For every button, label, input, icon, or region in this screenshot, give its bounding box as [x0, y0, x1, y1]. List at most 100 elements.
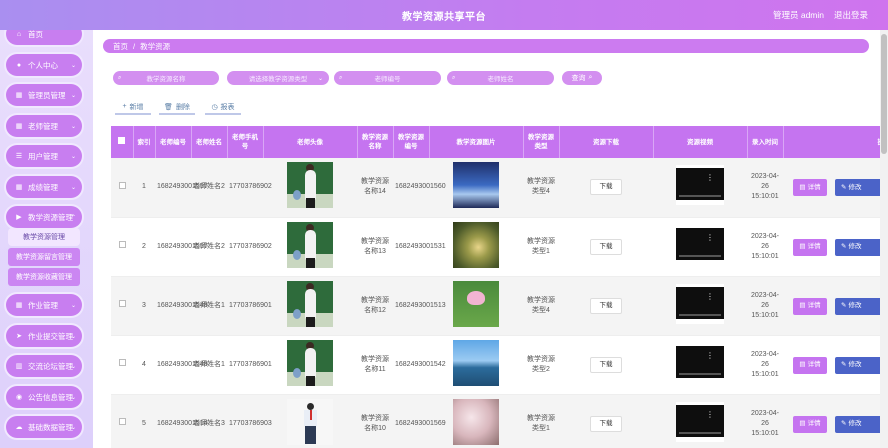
download-button[interactable]: 下载 — [590, 179, 622, 196]
teacher-avatar-cell — [263, 394, 357, 448]
top-header: 教学资源共享平台 管理员 admin 退出登录 — [0, 0, 888, 30]
download-button[interactable]: 下载 — [590, 415, 622, 432]
sidebar-subitem-resource-favorites[interactable]: 教学资源收藏管理 — [8, 268, 80, 286]
breadcrumb-home[interactable]: 首页 — [113, 41, 128, 52]
resource-name-input[interactable]: ⌕ 教学资源名称 — [113, 71, 219, 85]
download-cell: 下载 — [559, 158, 653, 218]
add-button[interactable]: + 新增 — [115, 100, 151, 115]
app-title: 教学资源共享平台 — [402, 12, 486, 23]
more-options-icon[interactable]: ⋮ — [706, 351, 714, 360]
video-progress-bar[interactable] — [679, 313, 721, 316]
more-options-icon[interactable]: ⋮ — [706, 174, 714, 182]
video-player[interactable]: ⋮ — [676, 224, 724, 265]
grid-icon: ▦ — [15, 184, 23, 191]
resource-image — [453, 280, 499, 327]
download-button[interactable]: 下载 — [590, 297, 622, 314]
more-options-icon[interactable]: ⋮ — [706, 233, 714, 242]
row-select-cell[interactable] — [111, 158, 133, 218]
detail-icon: ▤ — [799, 420, 806, 427]
resource-name-placeholder: 教学资源名称 — [146, 76, 186, 83]
row-checkbox[interactable] — [118, 181, 126, 189]
resource-table: 索引 老师编号 老师姓名 老师手机号 老师头像 教学资源名称 教学资源编号 教学… — [111, 126, 888, 448]
teacher-name-cell: 老师姓名2 — [191, 158, 227, 218]
video-progress-bar[interactable] — [679, 372, 721, 375]
select-all-cell[interactable] — [111, 126, 134, 158]
row-checkbox[interactable] — [118, 418, 126, 425]
detail-button[interactable]: ▤ 详情 — [793, 179, 827, 196]
row-select-cell[interactable] — [111, 217, 133, 277]
sidebar-item-profile[interactable]: ● 个人中心 ⌄ — [6, 54, 82, 76]
teacher-name-input[interactable]: ⌕ 老师姓名 — [447, 71, 554, 85]
teacher-no-cell: 1682493001514 — [155, 394, 208, 448]
location-icon: ◉ — [15, 394, 23, 401]
sidebar-item-users[interactable]: ☰ 用户管理 ⌄ — [6, 145, 82, 167]
more-options-icon[interactable]: ⋮ — [706, 410, 714, 419]
download-button[interactable]: 下载 — [590, 238, 622, 255]
sidebar-item-basic-data[interactable]: ☁ 基础数据管理 ⌄ — [6, 416, 82, 438]
row-select-cell[interactable] — [111, 394, 133, 448]
column-header: 老师姓名 — [191, 126, 228, 158]
column-header: 索引 — [133, 126, 156, 158]
detail-button[interactable]: ▤ 详情 — [793, 297, 827, 315]
detail-button[interactable]: ▤ 详情 — [793, 238, 827, 256]
detail-button[interactable]: ▤ 详情 — [793, 415, 827, 433]
edit-icon: ✎ — [841, 243, 847, 250]
select-all-checkbox[interactable] — [118, 137, 126, 144]
resource-name-cell: 教学资源名称11 — [357, 335, 393, 395]
chevron-down-icon: ⌄ — [70, 394, 76, 401]
teacher-avatar-image — [287, 398, 333, 445]
sidebar-item-announcements[interactable]: ◉ 公告信息管理 ⌄ — [6, 386, 82, 408]
teacher-no-input[interactable]: ⌕ 老师编号 — [334, 71, 441, 85]
sidebar-item-label: 作业提交管理 — [28, 331, 73, 341]
index-cell: 1 — [133, 158, 155, 218]
sidebar-item-teachers[interactable]: ▦ 老师管理 ⌄ — [6, 115, 82, 137]
logout-link[interactable]: 退出登录 — [834, 9, 868, 21]
video-player[interactable]: ⋮ — [676, 165, 724, 206]
resource-no-cell: 1682493001531 — [393, 217, 446, 277]
video-progress-bar[interactable] — [679, 254, 721, 257]
breadcrumb: 首页 / 教学资源 — [103, 39, 869, 53]
sidebar-subitem-resource-manage[interactable]: 教学资源管理 — [8, 228, 80, 246]
video-cell: ⋮ — [653, 394, 747, 448]
resource-type-select[interactable]: 请选择教学资源类型 ⌄ — [227, 71, 329, 85]
sidebar-item-home[interactable]: ⌂ 首页 — [6, 30, 82, 45]
report-button[interactable]: ◷ 报表 — [205, 100, 241, 115]
video-player[interactable]: ⋮ — [676, 283, 724, 324]
row-checkbox[interactable] — [118, 241, 126, 248]
sidebar-item-admins[interactable]: ▦ 管理员管理 ⌄ — [6, 84, 82, 106]
scrollbar-thumb[interactable] — [881, 34, 887, 154]
sidebar-item-homework-submit[interactable]: ➤ 作业提交管理 ⌄ — [6, 325, 82, 347]
sidebar-item-resources[interactable]: ▶ 教学资源管理 ⌃ — [6, 206, 82, 228]
detail-icon: ▤ — [799, 302, 806, 309]
sidebar-subitem-resource-comments[interactable]: 教学资源留言管理 — [8, 248, 80, 266]
query-button[interactable]: 查询 ⌕ — [562, 71, 602, 85]
sidebar-item-homework[interactable]: ▦ 作业管理 ⌄ — [6, 294, 82, 316]
row-select-cell[interactable] — [111, 335, 133, 395]
video-progress-bar[interactable] — [679, 431, 721, 434]
delete-button[interactable]: 🗑 删除 — [159, 100, 195, 115]
row-checkbox[interactable] — [118, 359, 126, 366]
sidebar-item-grades[interactable]: ▦ 成绩管理 ⌄ — [6, 176, 82, 198]
detail-button[interactable]: ▤ 详情 — [793, 356, 827, 374]
download-cell: 下载 — [559, 335, 653, 395]
edit-icon: ✎ — [841, 361, 847, 368]
video-player[interactable]: ⋮ — [676, 401, 724, 442]
sidebar-item-label: 管理员管理 — [28, 90, 66, 100]
row-select-cell[interactable] — [111, 276, 133, 336]
search-icon: ⌕ — [339, 74, 343, 81]
edit-label: 修改 — [848, 302, 862, 309]
sidebar-item-forum[interactable]: ▥ 交流论坛管理 ⌄ — [6, 355, 82, 377]
download-button[interactable]: 下载 — [590, 356, 622, 373]
video-player[interactable]: ⋮ — [676, 342, 724, 383]
chevron-up-icon: ⌃ — [70, 214, 76, 221]
video-progress-bar[interactable] — [679, 195, 721, 198]
teacher-avatar-cell — [263, 158, 357, 218]
main-content: 首页 / 教学资源 ⌕ 教学资源名称 请选择教学资源类型 ⌄ ⌕ 老师编号 ⌕ … — [93, 30, 888, 448]
teacher-avatar-image — [287, 339, 333, 386]
teacher-name-placeholder: 老师姓名 — [487, 76, 514, 83]
detail-label: 详情 — [807, 361, 821, 368]
operations-cell: ▤ 详情 ✎ 修改 — [783, 335, 888, 395]
row-checkbox[interactable] — [118, 300, 126, 307]
more-options-icon[interactable]: ⋮ — [706, 292, 714, 301]
chart-icon: ▥ — [15, 363, 23, 370]
